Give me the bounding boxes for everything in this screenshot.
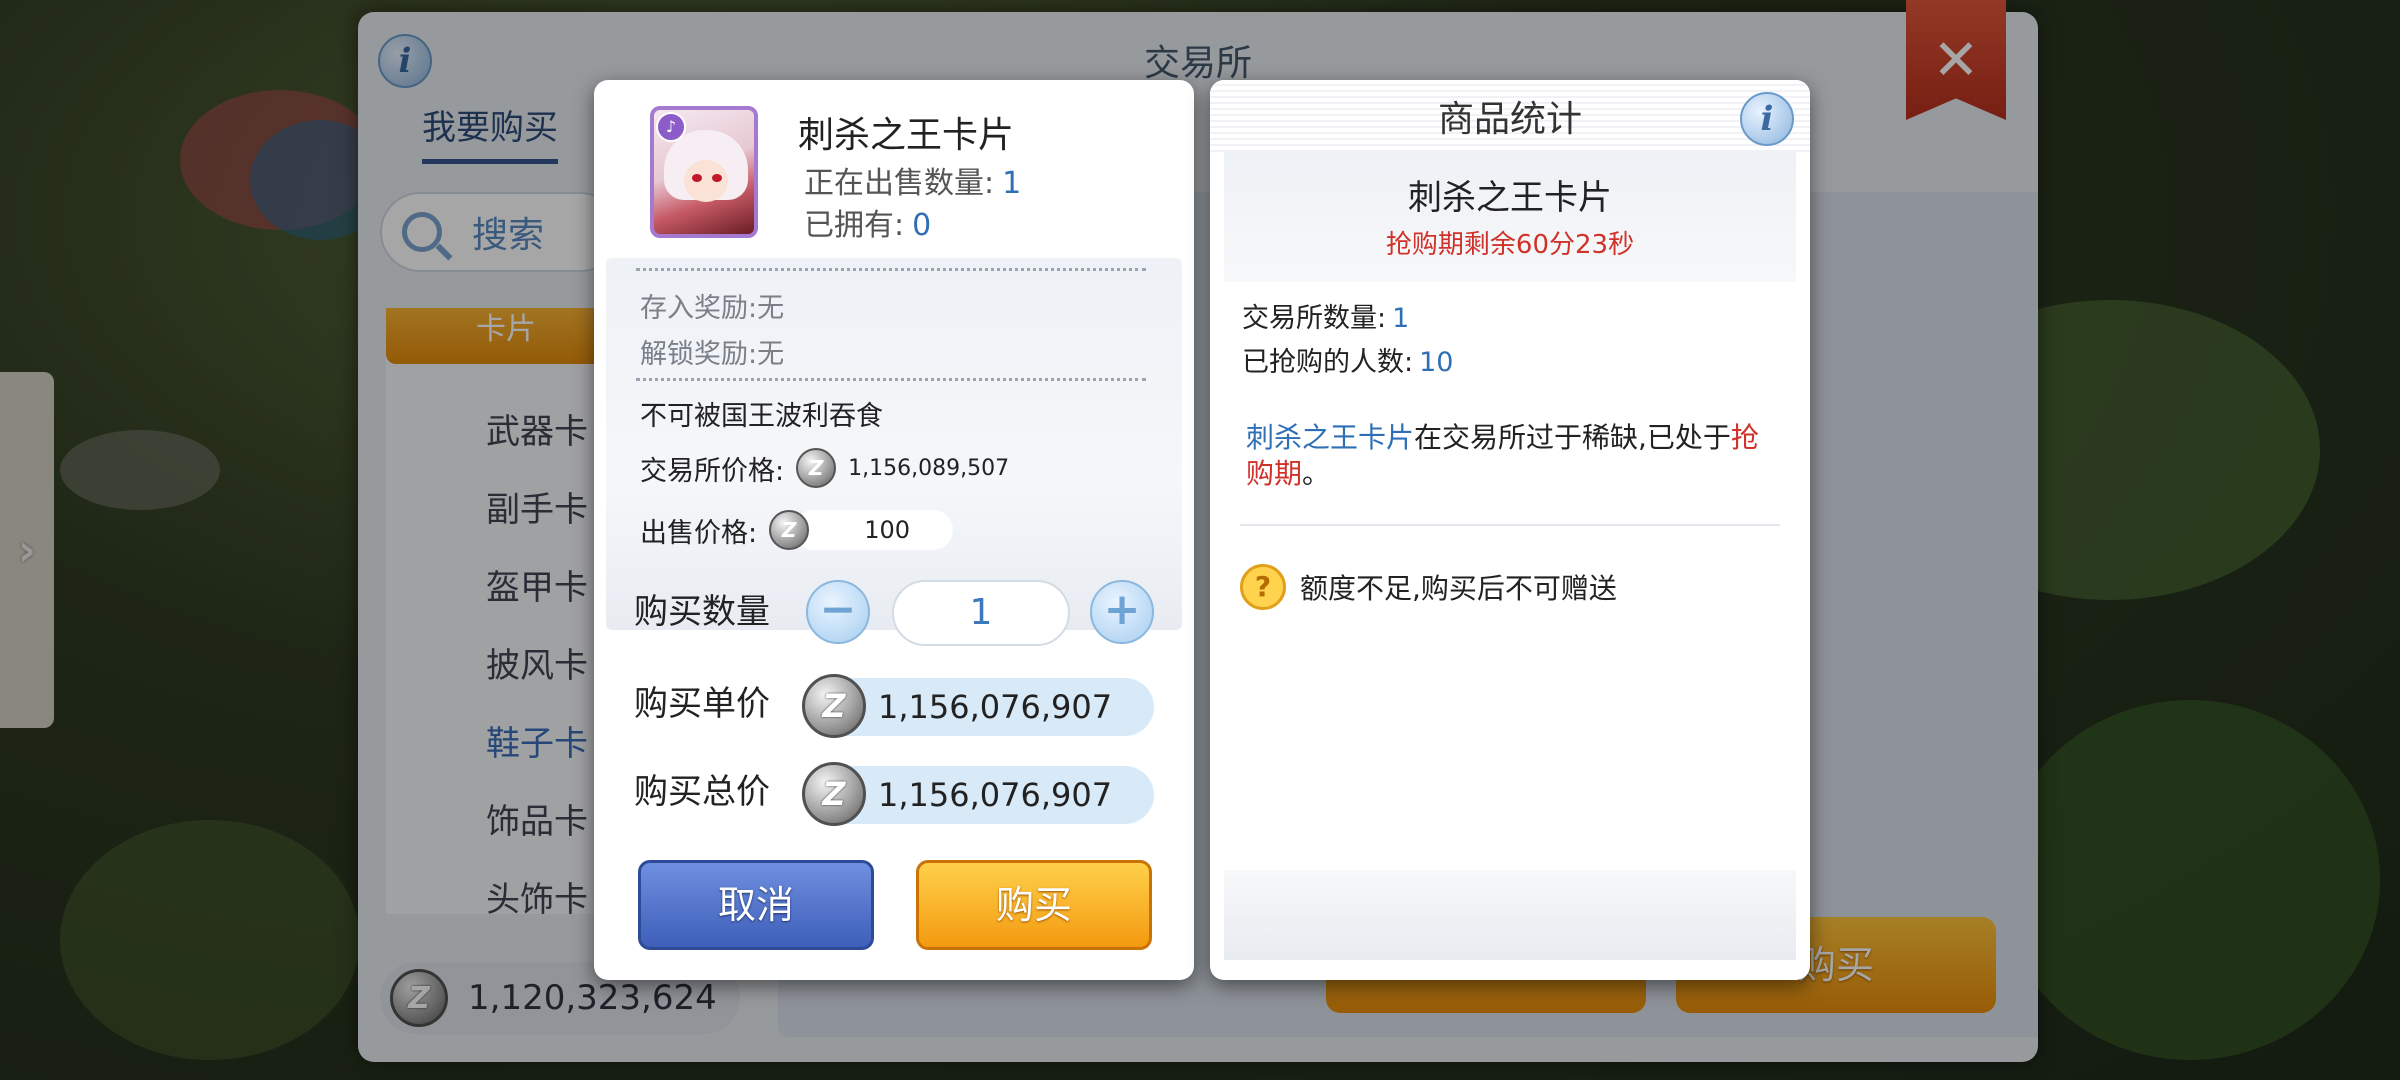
minus-icon[interactable]: − — [806, 580, 870, 644]
purchase-dialog: ♪ 刺杀之王卡片 正在出售数量: 1 已拥有: 0 存入奖励:无 解锁奖励:无 不可… — [594, 80, 1194, 980]
zeny-coin-icon: Z — [769, 510, 810, 550]
card-info-scroll[interactable]: 存入奖励:无 解锁奖励:无 不可被国王波利吞食 交易所价格: Z 1,156,0… — [606, 258, 1182, 630]
stats-footer — [1224, 870, 1796, 960]
quantity-stepper[interactable]: 1 — [892, 580, 1070, 646]
zeny-coin-icon: Z — [802, 762, 866, 826]
exchange-count-value: 1 — [1392, 303, 1410, 334]
exchange-count: 交易所数量: 1 — [1242, 296, 1409, 335]
unit-price-label: 购买单价 — [634, 684, 770, 724]
exchange-count-label: 交易所数量: — [1242, 303, 1387, 334]
description-item-link[interactable]: 刺杀之王卡片 — [1246, 421, 1414, 454]
description-text: 在交易所过于稀缺,已处于 — [1414, 421, 1731, 454]
exchange-price-value: 1,156,089,507 — [848, 455, 1010, 481]
stats-item-name: 刺杀之王卡片 — [1408, 178, 1612, 218]
modal-overlay — [0, 0, 2400, 1080]
owned-label: 已拥有: — [804, 208, 905, 243]
exchange-price-row: 交易所价格: Z 1,156,089,507 — [640, 448, 1009, 488]
card-note: 不可被国王波利吞食 — [640, 401, 883, 432]
owned-value: 0 — [912, 208, 932, 243]
unit-price-value: 1,156,076,907 — [878, 688, 1113, 726]
buyers-value: 10 — [1419, 347, 1454, 378]
buyers-label: 已抢购的人数: — [1242, 347, 1414, 378]
card-name: 刺杀之王卡片 — [798, 115, 1015, 156]
warning-text: 额度不足,购买后不可赠送 — [1300, 572, 1617, 605]
sell-price-label: 出售价格: — [640, 517, 758, 549]
item-stats-panel: 商品统计 i 刺杀之王卡片 抢购期剩余60分23秒 交易所数量: 1 已抢购的人数… — [1210, 80, 1810, 980]
card-art-eye — [692, 174, 702, 182]
card-thumbnail: ♪ — [650, 106, 758, 238]
unit-price-field: Z 1,156,076,907 — [802, 674, 1154, 738]
card-type-badge-icon: ♪ — [656, 112, 686, 142]
divider — [636, 268, 1146, 271]
total-price-label: 购买总价 — [634, 772, 770, 812]
total-price-value: 1,156,076,907 — [878, 776, 1113, 814]
description-end: 。 — [1302, 457, 1331, 490]
unlock-reward: 解锁奖励:无 — [640, 339, 785, 370]
question-icon[interactable]: ? — [1240, 564, 1286, 610]
cancel-button[interactable]: 取消 — [638, 860, 874, 950]
buyers-count: 已抢购的人数: 10 — [1242, 340, 1453, 379]
quota-warning: ? 额度不足,购买后不可赠送 — [1240, 564, 1617, 610]
scarcity-description: 刺杀之王卡片在交易所过于稀缺,已处于抢购期。 — [1246, 420, 1776, 492]
owned-count: 已拥有: 0 — [804, 200, 931, 244]
stats-title: 商品统计 — [1210, 80, 1810, 152]
on-sale-label: 正在出售数量: — [804, 166, 995, 201]
zeny-coin-icon: Z — [796, 448, 837, 488]
quantity-label: 购买数量 — [634, 592, 770, 632]
card-art-eye — [712, 174, 722, 182]
buy-button[interactable]: 购买 — [916, 860, 1152, 950]
sell-price-value: 100 — [793, 510, 954, 550]
on-sale-count: 正在出售数量: 1 — [804, 158, 1021, 202]
divider — [636, 378, 1146, 381]
card-art-face — [684, 160, 728, 202]
total-price-field: Z 1,156,076,907 — [802, 762, 1154, 826]
plus-icon[interactable]: + — [1090, 580, 1154, 644]
exchange-price-label: 交易所价格: — [640, 455, 785, 487]
on-sale-value: 1 — [1002, 166, 1022, 201]
zeny-coin-icon: Z — [802, 674, 866, 738]
flash-sale-timer: 抢购期剩余60分23秒 — [1385, 230, 1635, 260]
info-icon[interactable]: i — [1740, 92, 1794, 146]
deposit-reward: 存入奖励:无 — [640, 293, 785, 324]
divider — [1240, 524, 1780, 526]
sell-price-row: 出售价格: Z 100 — [640, 510, 954, 550]
